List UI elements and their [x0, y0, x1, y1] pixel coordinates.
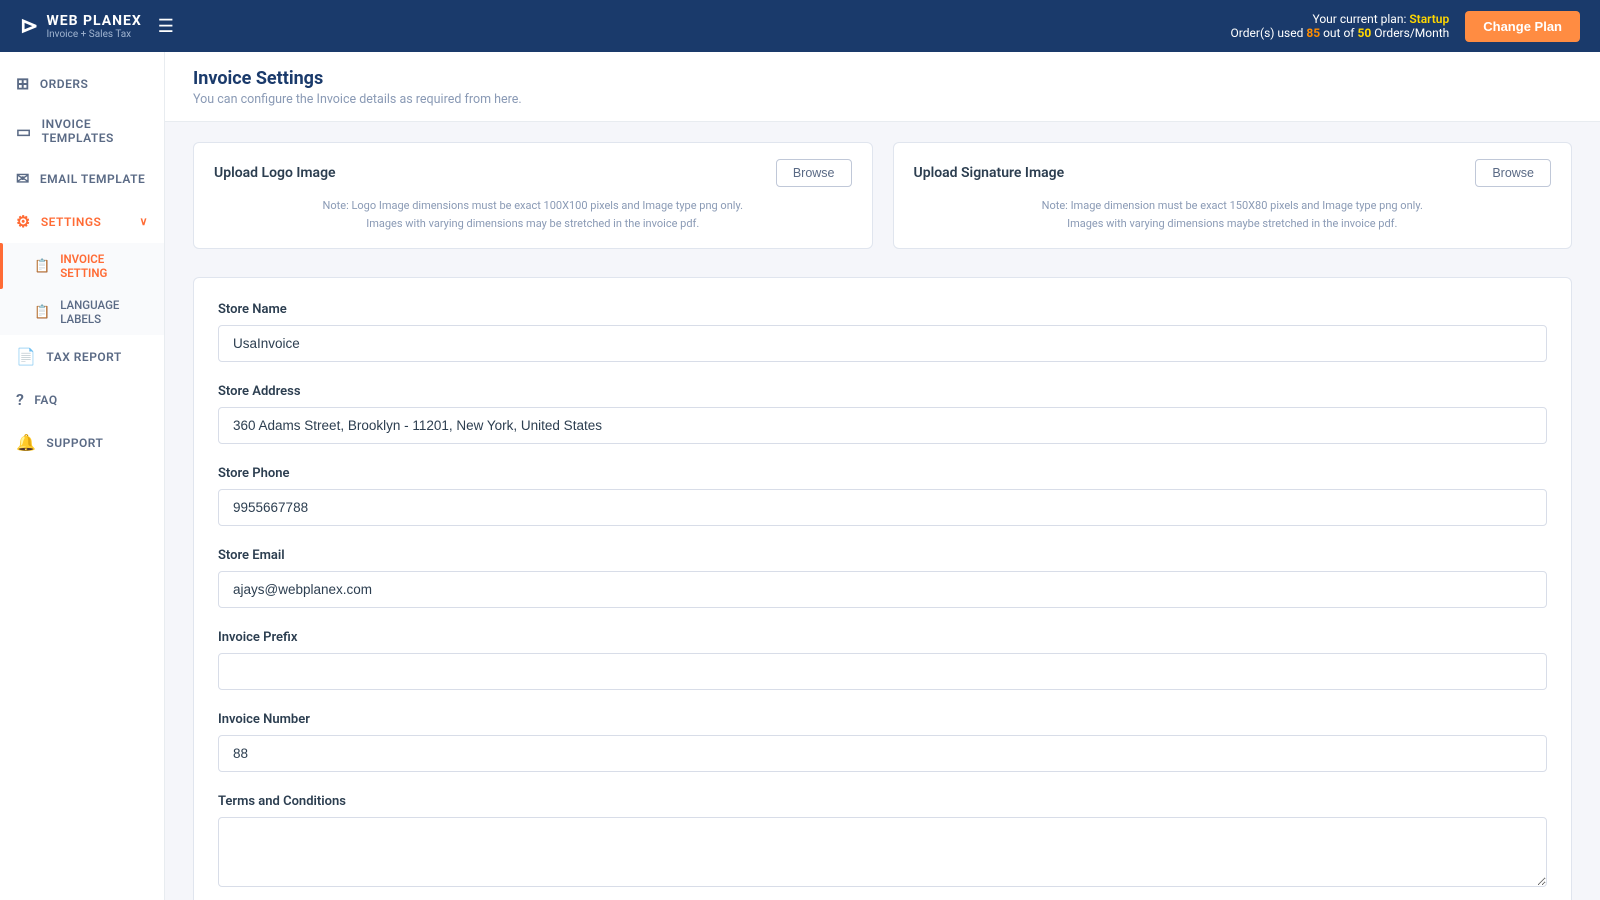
sidebar-item-support[interactable]: 🔔 SUPPORT: [0, 421, 164, 464]
settings-submenu: 📋 INVOICE SETTING 📋 LANGUAGE LABELS: [0, 243, 164, 335]
sidebar-item-support-label: SUPPORT: [46, 436, 103, 450]
header-right: Your current plan: Startup Order(s) used…: [1231, 11, 1580, 42]
invoice-prefix-group: Invoice Prefix: [218, 630, 1547, 690]
plan-info: Your current plan: Startup Order(s) used…: [1231, 12, 1450, 40]
terms-label: Terms and Conditions: [218, 794, 1547, 809]
invoice-prefix-label: Invoice Prefix: [218, 630, 1547, 645]
sidebar-subitem-invoice-setting-label: INVOICE SETTING: [60, 252, 148, 280]
sidebar-item-orders-label: ORDERS: [40, 77, 88, 91]
upload-logo-card: Upload Logo Image Browse Note: Logo Imag…: [193, 142, 873, 249]
store-name-label: Store Name: [218, 302, 1547, 317]
header-left: ⊳ WEB PLANEX Invoice + Sales Tax ☰: [20, 13, 174, 40]
logo: ⊳ WEB PLANEX Invoice + Sales Tax: [20, 13, 142, 40]
store-email-group: Store Email: [218, 548, 1547, 608]
upload-signature-header: Upload Signature Image Browse: [914, 159, 1552, 187]
change-plan-button[interactable]: Change Plan: [1465, 11, 1580, 42]
invoice-prefix-input[interactable]: [218, 653, 1547, 690]
store-phone-input[interactable]: [218, 489, 1547, 526]
invoice-setting-icon: 📋: [34, 259, 50, 274]
upload-signature-note-line1: Note: Image dimension must be exact 150X…: [1042, 199, 1423, 212]
upload-signature-card: Upload Signature Image Browse Note: Imag…: [893, 142, 1573, 249]
invoice-number-input[interactable]: [218, 735, 1547, 772]
sidebar: ⊞ ORDERS ▭ INVOICE TEMPLATES ✉ EMAIL TEM…: [0, 52, 165, 900]
main-content: Invoice Settings You can configure the I…: [165, 52, 1600, 900]
form-section: Store Name Store Address Store Phone Sto…: [193, 277, 1572, 900]
store-name-input[interactable]: [218, 325, 1547, 362]
sidebar-item-email-template[interactable]: ✉ EMAIL TEMPLATE: [0, 157, 164, 200]
invoice-templates-icon: ▭: [16, 122, 32, 141]
page-header: Invoice Settings You can configure the I…: [165, 52, 1600, 122]
store-address-label: Store Address: [218, 384, 1547, 399]
terms-group: Terms and Conditions: [218, 794, 1547, 891]
terms-textarea[interactable]: [218, 817, 1547, 887]
page-subtitle: You can configure the Invoice details as…: [193, 92, 1572, 107]
browse-signature-button[interactable]: Browse: [1475, 159, 1551, 187]
store-address-input[interactable]: [218, 407, 1547, 444]
sidebar-subitem-language-labels-label: LANGUAGE LABELS: [60, 298, 148, 326]
sidebar-item-email-template-label: EMAIL TEMPLATE: [40, 172, 145, 186]
upload-signature-title: Upload Signature Image: [914, 165, 1065, 181]
invoice-number-group: Invoice Number: [218, 712, 1547, 772]
upload-signature-note-line2: Images with varying dimensions maybe str…: [1067, 217, 1397, 230]
sidebar-item-faq-label: FAQ: [34, 393, 57, 407]
upload-logo-note-line2: Images with varying dimensions may be st…: [366, 217, 699, 230]
upload-signature-note: Note: Image dimension must be exact 150X…: [914, 197, 1552, 232]
orders-suffix: Orders/Month: [1371, 26, 1449, 40]
sidebar-subitem-invoice-setting[interactable]: 📋 INVOICE SETTING: [0, 243, 164, 289]
sidebar-item-invoice-templates[interactable]: ▭ INVOICE TEMPLATES: [0, 105, 164, 157]
tax-report-icon: 📄: [16, 347, 36, 366]
logo-text: WEB PLANEX Invoice + Sales Tax: [46, 13, 141, 40]
store-phone-label: Store Phone: [218, 466, 1547, 481]
upload-logo-title: Upload Logo Image: [214, 165, 336, 181]
orders-prefix: Order(s) used: [1231, 26, 1307, 40]
sidebar-item-orders[interactable]: ⊞ ORDERS: [0, 62, 164, 105]
plan-prefix: Your current plan:: [1313, 12, 1410, 26]
upload-logo-note: Note: Logo Image dimensions must be exac…: [214, 197, 852, 232]
sidebar-item-faq[interactable]: ? FAQ: [0, 378, 164, 421]
email-template-icon: ✉: [16, 169, 30, 188]
browse-logo-button[interactable]: Browse: [776, 159, 852, 187]
store-email-input[interactable]: [218, 571, 1547, 608]
settings-icon: ⚙: [16, 212, 31, 231]
upload-logo-note-line1: Note: Logo Image dimensions must be exac…: [323, 199, 743, 212]
app-body: ⊞ ORDERS ▭ INVOICE TEMPLATES ✉ EMAIL TEM…: [0, 52, 1600, 900]
logo-name: WEB PLANEX: [46, 13, 141, 29]
logo-sub: Invoice + Sales Tax: [46, 29, 141, 40]
hamburger-icon[interactable]: ☰: [158, 16, 174, 37]
faq-icon: ?: [16, 390, 24, 409]
language-labels-icon: 📋: [34, 305, 50, 320]
content-area: Upload Logo Image Browse Note: Logo Imag…: [165, 122, 1600, 900]
sidebar-item-settings-label: SETTINGS: [41, 215, 102, 229]
support-icon: 🔔: [16, 433, 36, 452]
upload-logo-header: Upload Logo Image Browse: [214, 159, 852, 187]
sidebar-item-tax-report[interactable]: 📄 TAX REPORT: [0, 335, 164, 378]
store-phone-group: Store Phone: [218, 466, 1547, 526]
orders-used: 85: [1306, 26, 1320, 40]
logo-icon: ⊳: [20, 14, 38, 39]
page-title: Invoice Settings: [193, 68, 1572, 89]
store-name-group: Store Name: [218, 302, 1547, 362]
app-header: ⊳ WEB PLANEX Invoice + Sales Tax ☰ Your …: [0, 0, 1600, 52]
sidebar-item-tax-report-label: TAX REPORT: [46, 350, 121, 364]
plan-name: Startup: [1409, 12, 1449, 26]
orders-icon: ⊞: [16, 74, 30, 93]
orders-max: 50: [1357, 26, 1371, 40]
orders-mid: out of: [1320, 26, 1357, 40]
store-email-label: Store Email: [218, 548, 1547, 563]
store-address-group: Store Address: [218, 384, 1547, 444]
chevron-down-icon: ∨: [139, 215, 148, 228]
upload-row: Upload Logo Image Browse Note: Logo Imag…: [193, 142, 1572, 249]
invoice-number-label: Invoice Number: [218, 712, 1547, 727]
sidebar-item-settings[interactable]: ⚙ SETTINGS ∨: [0, 200, 164, 243]
sidebar-subitem-language-labels[interactable]: 📋 LANGUAGE LABELS: [0, 289, 164, 335]
sidebar-item-invoice-templates-label: INVOICE TEMPLATES: [42, 117, 148, 145]
